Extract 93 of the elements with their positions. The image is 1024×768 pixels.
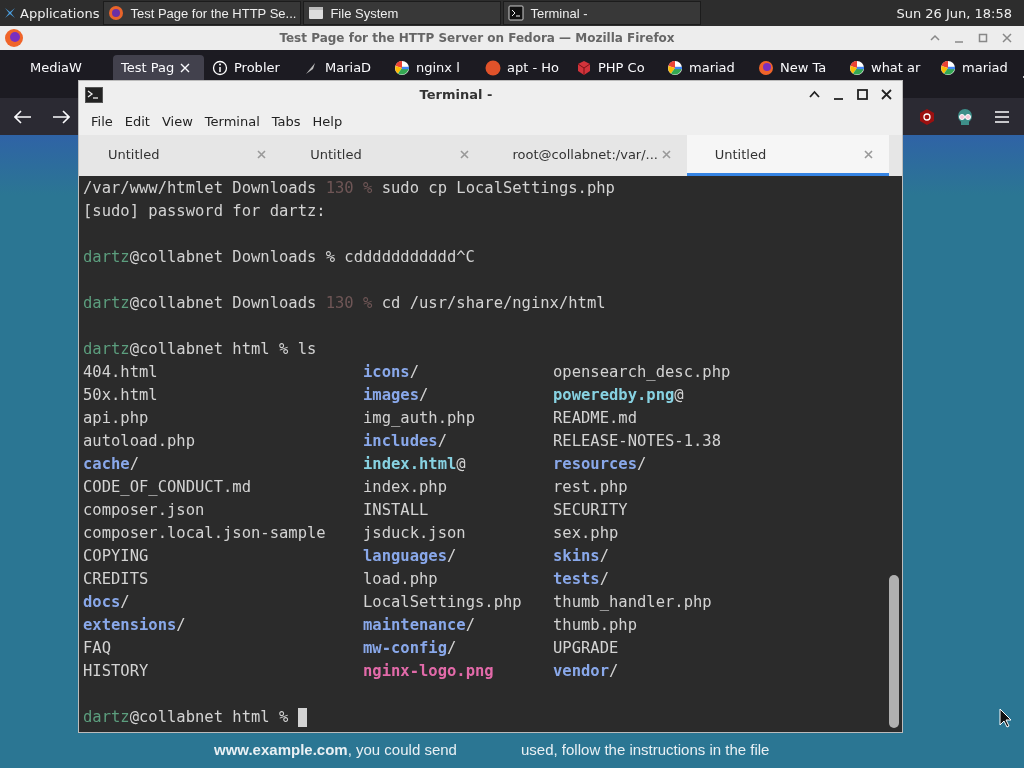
menu-item[interactable]: Terminal [198,114,266,129]
file-name: SECURITY [553,501,628,519]
cube-icon [576,59,592,76]
menu-icon[interactable] [994,109,1010,124]
terminal-tab[interactable]: Untitled [282,135,485,176]
page-text: used, follow the instructions in the file [521,741,771,760]
close-icon[interactable] [881,89,892,100]
file-name: index.html@ [363,455,466,473]
browser-tab[interactable]: what ar [841,55,932,80]
window-icon [308,5,325,21]
taskbar-button[interactable]: Terminal - [503,1,702,25]
file-name: load.php [363,570,438,588]
browser-tab[interactable]: nginx l [386,55,477,80]
info-icon [212,59,228,76]
terminal-tab[interactable]: root@collabnet:/var/... [484,135,687,176]
back-icon[interactable] [14,109,32,124]
browser-tab[interactable]: Probler [204,55,295,80]
browser-tab[interactable]: Test Pag [113,55,204,80]
file-name: vendor/ [553,662,619,680]
taskbar-button[interactable]: Test Page for the HTTP Se... [103,1,302,25]
menu-item[interactable]: Tabs [265,114,307,129]
page-text: www.example.com, you could send [214,741,458,760]
applications-menu[interactable]: Applications [0,0,104,26]
file-name: docs/ [83,593,130,611]
file-name: INSTALL [363,501,429,519]
file-name: README.md [553,409,637,427]
file-name: composer.local.json-sample [83,524,326,542]
browser-tab[interactable]: New Ta [750,55,841,80]
browser-tab[interactable]: mariad [659,55,750,80]
file-name: LocalSettings.php [363,593,522,611]
window-title: Terminal - [418,87,494,102]
terminal-line: dartz@collabnet Downloads 130 % cd /usr/share/nginx/html [83,294,606,312]
terminal-tab[interactable]: Untitled [80,135,283,176]
file-name: opensearch_desc.php [553,363,731,381]
terminal-line: [sudo] password for dartz: [83,202,326,220]
file-name: FAQ [83,639,111,657]
collapse-icon[interactable] [809,89,820,100]
file-name: resources/ [553,455,647,473]
terminal-icon [85,86,103,103]
browser-tab[interactable]: mariad [932,55,1023,80]
file-name: nginx-logo.png [363,662,494,680]
file-name: COPYING [83,547,149,565]
browser-tab[interactable]: MariaD [295,55,386,80]
file-name: CREDITS [83,570,149,588]
terminal-tab[interactable]: Untitled [686,135,889,176]
file-name: 50x.html [83,386,158,404]
file-name: UPGRADE [553,639,619,657]
file-name: tests/ [553,570,609,588]
file-name: composer.json [83,501,205,519]
browser-tab[interactable]: PHP Co [568,55,659,80]
file-name: extensions/ [83,616,186,634]
file-name: poweredby.png@ [553,386,684,404]
file-name: RELEASE-NOTES-1.38 [553,432,721,450]
window-title: Test Page for the HTTP Server on Fedora — Mozilla Firefox [278,31,676,45]
file-name: jsduck.json [363,524,466,542]
taskbar-button[interactable]: File System [303,1,502,25]
clock: Sun 26 Jun, 18:58 [896,5,1013,21]
file-name: includes/ [363,432,447,450]
terminal-line: dartz@collabnet html % [83,708,290,726]
file-name: api.php [83,409,149,427]
scrollbar-thumb[interactable] [889,575,899,728]
glasses-icon[interactable] [956,107,974,126]
menu-item[interactable]: View [155,114,199,129]
file-name: autoload.php [83,432,195,450]
file-name: img_auth.php [363,409,475,427]
file-name: thumb.php [553,616,637,634]
applications-icon [3,6,17,20]
file-name: cache/ [83,455,139,473]
forward-icon[interactable] [52,109,70,124]
file-name: maintenance/ [363,616,475,634]
maximize-icon[interactable] [857,89,868,100]
pointer-icon [999,708,1013,728]
terminal-line: /var/www/htmlet Downloads 130 % sudo cp LocalSettings.php [83,179,615,197]
file-name: CODE_OF_CONDUCT.md [83,478,251,496]
file-name: index.php [363,478,447,496]
file-name: sex.php [553,524,619,542]
terminal-icon [508,5,525,21]
terminal-line: dartz@collabnet html % ls [83,340,317,358]
browser-tab[interactable]: apt - Ho [477,55,568,80]
menu-item[interactable]: Edit [118,114,156,129]
file-name: HISTORY [83,662,149,680]
terminal-line: dartz@collabnet Downloads % cddddddddddd^C [83,248,475,266]
menu-item[interactable]: File [85,114,119,129]
file-name: languages/ [363,547,457,565]
file-name: skins/ [553,547,609,565]
file-name: thumb_handler.php [553,593,712,611]
file-name: 404.html [83,363,158,381]
browser-tab[interactable]: MediaW [22,55,113,80]
file-name: mw-config/ [363,639,457,657]
file-name: images/ [363,386,429,404]
file-name: icons/ [363,363,419,381]
menu-item[interactable]: Help [306,114,349,129]
file-name: rest.php [553,478,628,496]
